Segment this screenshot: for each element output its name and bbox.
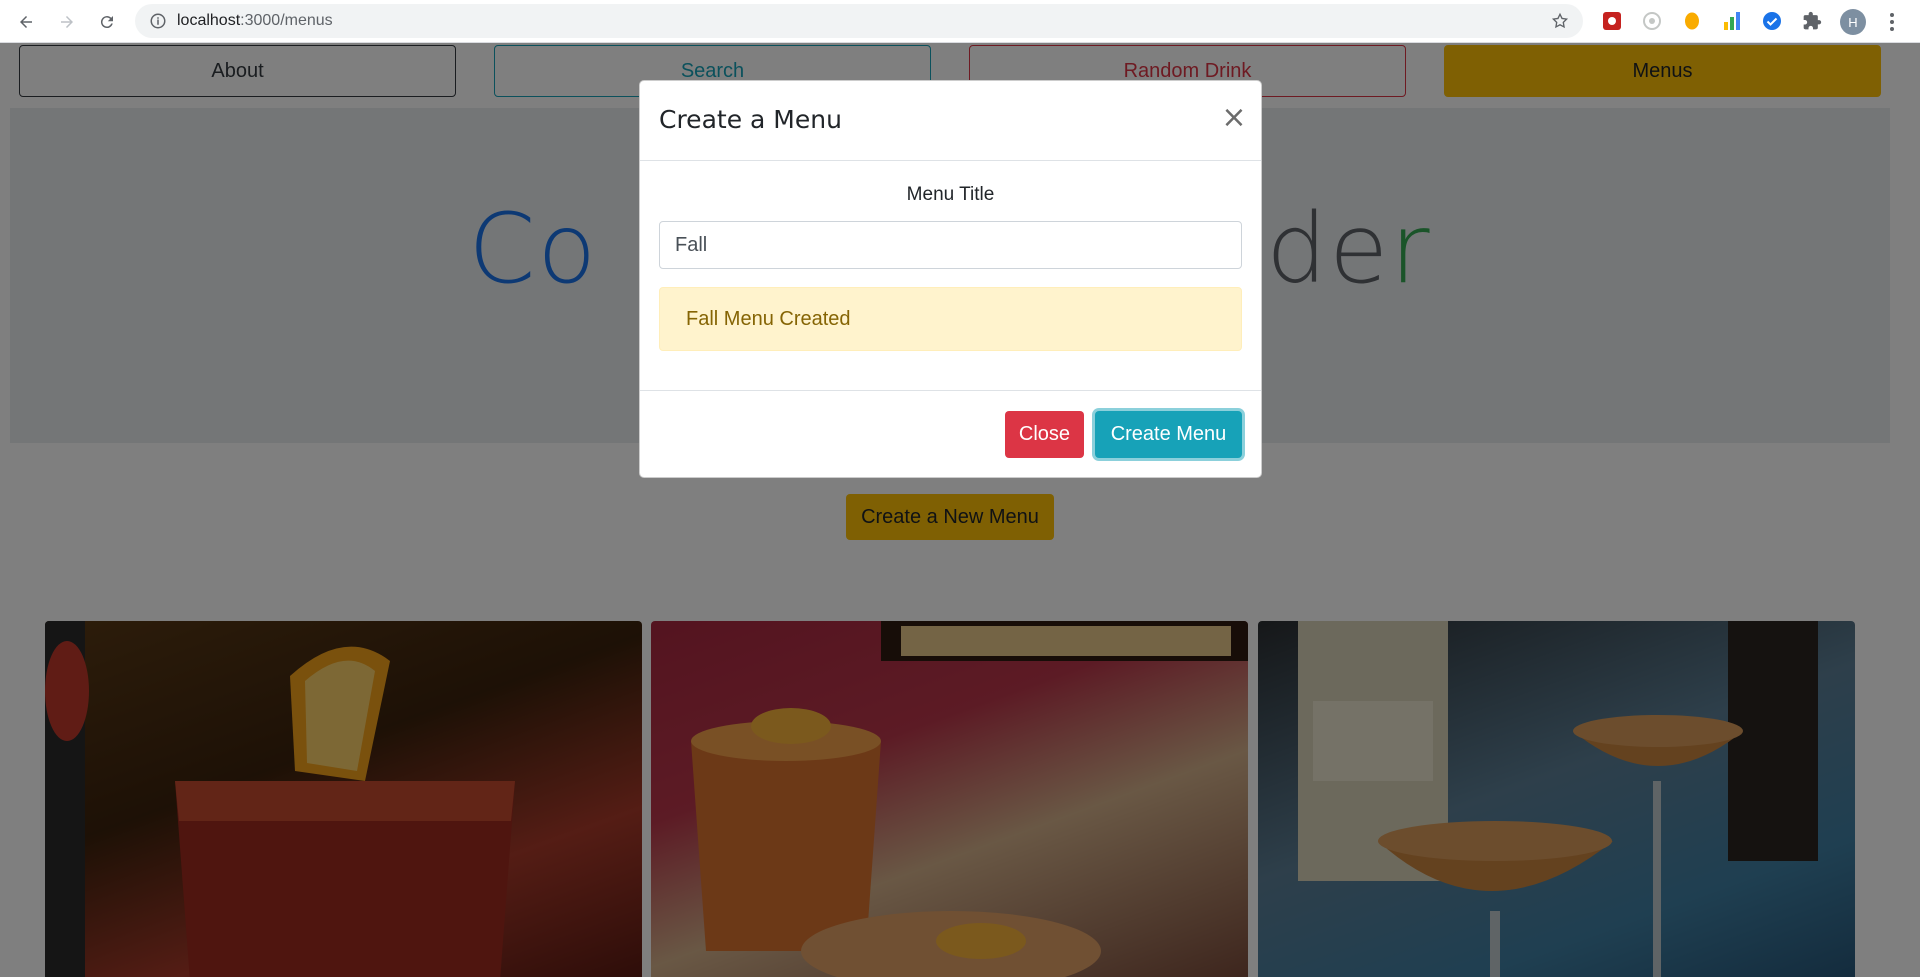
address-bar[interactable]: localhost:3000/menus (135, 4, 1583, 38)
close-button[interactable]: Close (1005, 411, 1084, 458)
browser-menu-icon[interactable] (1882, 10, 1902, 34)
forward-icon[interactable] (53, 8, 81, 36)
extension-check-icon[interactable] (1761, 10, 1783, 32)
profile-avatar[interactable]: H (1840, 9, 1866, 35)
close-icon[interactable]: × (1218, 99, 1250, 135)
browser-toolbar: localhost:3000/menus H (0, 0, 1920, 43)
modal-title: Create a Menu (659, 105, 842, 134)
site-info-icon[interactable] (149, 12, 167, 30)
success-alert: Fall Menu Created (659, 287, 1242, 351)
reload-icon[interactable] (93, 8, 121, 36)
menu-title-label: Menu Title (906, 184, 995, 205)
back-icon[interactable] (12, 8, 40, 36)
bookmark-star-icon[interactable] (1551, 12, 1569, 30)
extensions-puzzle-icon[interactable] (1801, 10, 1823, 32)
menu-title-input[interactable] (659, 221, 1242, 269)
extension-red-icon[interactable] (1601, 10, 1623, 32)
extension-target-icon[interactable] (1641, 10, 1663, 32)
modal-header: Create a Menu × (640, 81, 1261, 161)
extension-orange-icon[interactable] (1681, 10, 1703, 32)
modal-footer: Close Create Menu (640, 390, 1261, 477)
extension-chart-icon[interactable] (1721, 10, 1743, 32)
url-text: localhost:3000/menus (177, 12, 333, 29)
create-menu-modal: Create a Menu × Menu Title Fall Menu Cre… (639, 80, 1262, 478)
create-menu-button[interactable]: Create Menu (1095, 411, 1242, 458)
